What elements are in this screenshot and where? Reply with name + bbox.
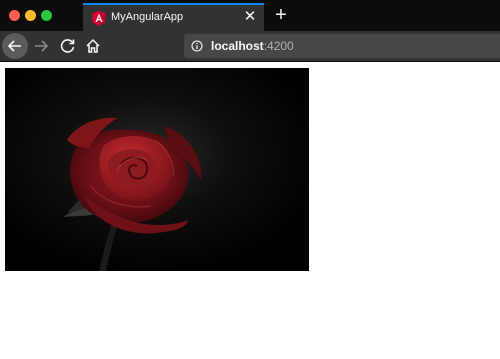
- angular-logo-icon: [92, 11, 106, 26]
- site-info-icon[interactable]: [191, 40, 203, 52]
- tab-myangularapp[interactable]: MyAngularApp ✕: [83, 3, 264, 31]
- home-icon: [86, 38, 100, 53]
- back-arrow-icon: [7, 40, 21, 52]
- new-tab-plus-icon[interactable]: +: [272, 4, 290, 26]
- minimize-window-button[interactable]: [25, 10, 36, 21]
- forward-arrow-icon: [35, 40, 49, 52]
- close-window-button[interactable]: [9, 10, 20, 21]
- tab-close-icon[interactable]: ✕: [242, 8, 258, 26]
- url-host: localhost: [211, 39, 264, 53]
- back-button[interactable]: [2, 33, 28, 59]
- browser-titlebar: MyAngularApp ✕ +: [0, 0, 500, 31]
- forward-button[interactable]: [28, 33, 54, 59]
- rose-image: [5, 68, 309, 271]
- tab-title: MyAngularApp: [111, 11, 184, 23]
- url-port: :4200: [263, 39, 294, 53]
- page-content: [0, 62, 500, 359]
- navigation-toolbar: localhost:4200: [0, 31, 500, 62]
- maximize-window-button[interactable]: [41, 10, 52, 21]
- reload-icon: [60, 39, 75, 53]
- home-button[interactable]: [80, 33, 106, 59]
- address-bar[interactable]: localhost:4200: [184, 34, 500, 58]
- reload-button[interactable]: [55, 33, 81, 59]
- url-text: localhost:4200: [211, 39, 294, 53]
